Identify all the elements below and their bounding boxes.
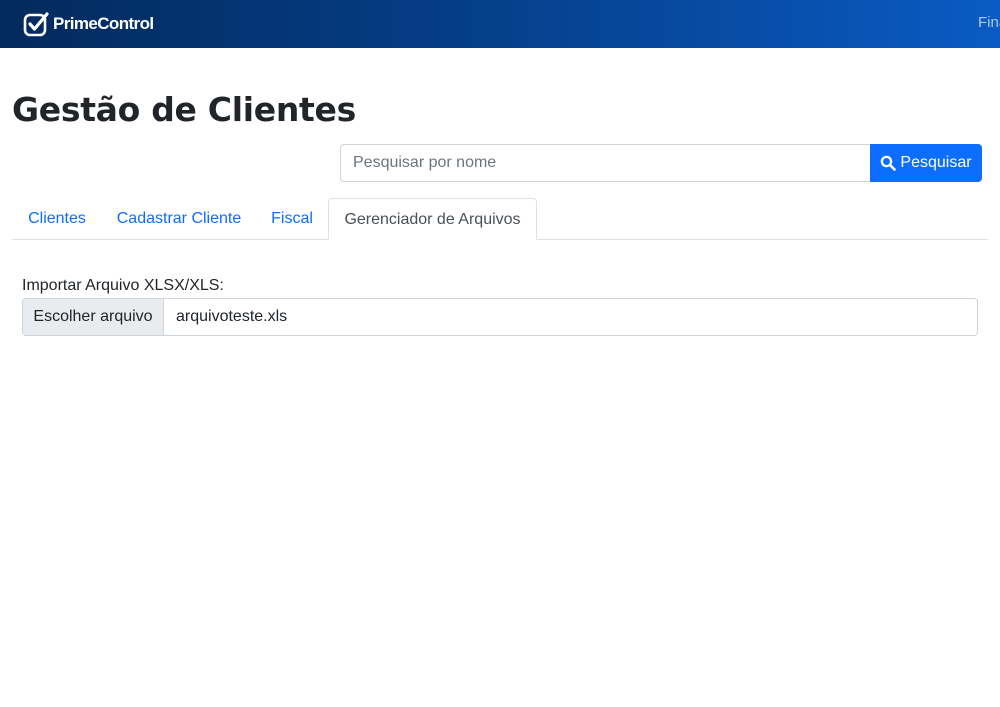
- choose-file-button[interactable]: Escolher arquivo: [23, 299, 164, 335]
- tab-bar: Clientes Cadastrar Cliente Fiscal Gerenc…: [12, 198, 988, 240]
- selected-file-name: arquivoteste.xls: [176, 308, 288, 325]
- tab-cadastrar-cliente[interactable]: Cadastrar Cliente: [102, 198, 256, 240]
- tab-gerenciador-de-arquivos[interactable]: Gerenciador de Arquivos: [328, 198, 537, 240]
- brand-name: PrimeControl: [53, 14, 154, 33]
- tab-clientes[interactable]: Clientes: [12, 198, 102, 240]
- brand-logo-link[interactable]: PrimeControl: [22, 10, 154, 38]
- search-input[interactable]: [340, 144, 870, 182]
- page-title: Gestão de Clientes: [12, 90, 356, 129]
- search-icon: [881, 155, 897, 171]
- file-input[interactable]: Escolher arquivo arquivoteste.xls: [22, 298, 978, 336]
- navbar-link[interactable]: Fina: [978, 14, 1000, 31]
- search-button-label: Pesquisar: [900, 154, 972, 171]
- import-file-label: Importar Arquivo XLSX/XLS:: [22, 277, 224, 294]
- top-navbar: PrimeControl Fina: [0, 0, 1000, 48]
- tab-fiscal[interactable]: Fiscal: [256, 198, 328, 240]
- search-bar: Pesquisar: [340, 144, 982, 182]
- checkbox-logo-icon: [23, 12, 49, 37]
- search-button[interactable]: Pesquisar: [870, 144, 982, 182]
